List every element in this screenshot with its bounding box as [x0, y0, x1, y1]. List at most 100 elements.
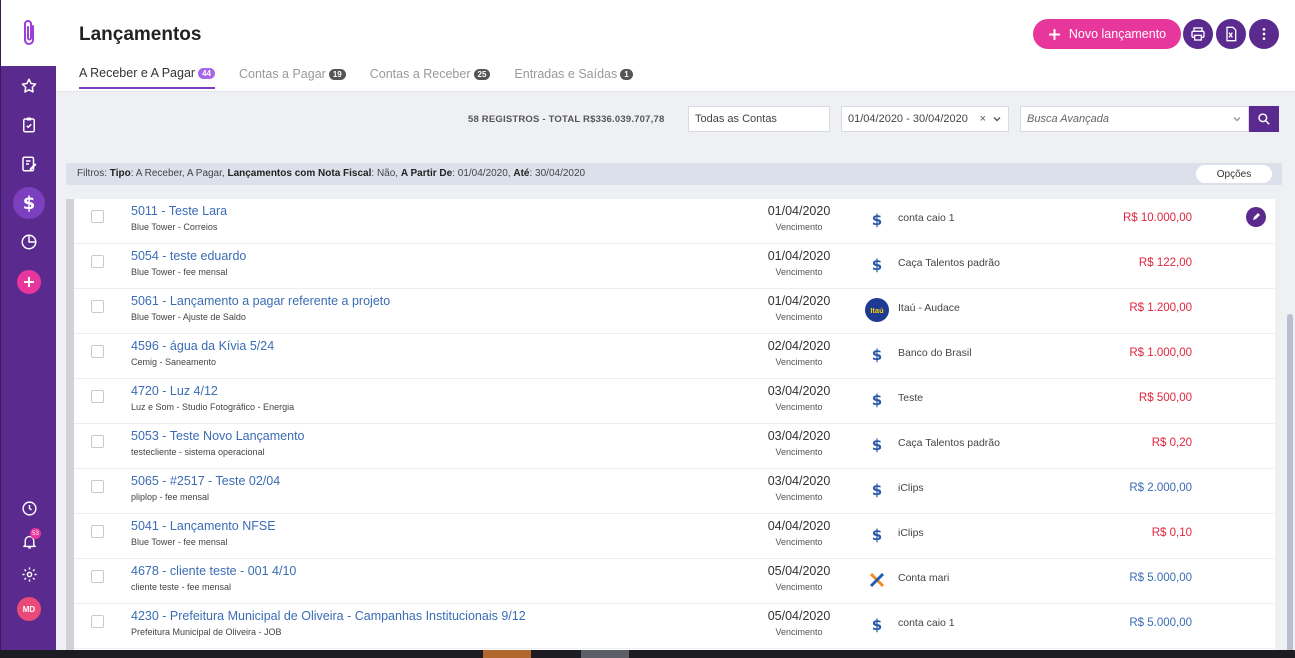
entry-date-label: Vencimento [775, 402, 823, 412]
caixa-x-icon [869, 572, 885, 588]
row-checkbox[interactable] [91, 435, 104, 448]
more-options-button[interactable] [1249, 19, 1279, 49]
entry-title-link[interactable]: 5011 - Teste Lara [131, 204, 227, 218]
table-row[interactable]: 5054 - teste eduardo Blue Tower - fee me… [74, 244, 1275, 289]
row-checkbox[interactable] [91, 345, 104, 358]
entry-title-link[interactable]: 4230 - Prefeitura Municipal de Oliveira … [131, 609, 526, 623]
new-entry-button[interactable]: Novo lançamento [1033, 19, 1181, 49]
entry-date-label: Vencimento [775, 627, 823, 637]
dollar-icon: $ [871, 211, 883, 229]
settings-button[interactable] [13, 558, 45, 590]
row-checkbox[interactable] [91, 255, 104, 268]
table-row[interactable]: 5011 - Teste Lara Blue Tower - Correios … [74, 199, 1275, 244]
entry-amount: R$ 2.000,00 [1129, 482, 1192, 494]
account-icon: $ [865, 253, 889, 277]
entry-title-link[interactable]: 4678 - cliente teste - 001 4/10 [131, 564, 296, 578]
print-button[interactable] [1183, 19, 1213, 49]
entry-subtitle: cliente teste - fee mensal [131, 582, 232, 592]
scrollbar[interactable] [1287, 314, 1293, 654]
reports-button[interactable] [13, 226, 45, 258]
tab-receber-pagar[interactable]: A Receber e A Pagar 44 [79, 66, 215, 89]
entry-account: iClips [898, 482, 924, 494]
account-filter[interactable]: Todas as Contas [688, 106, 830, 132]
account-icon: $ [865, 523, 889, 547]
tab-bar: A Receber e A Pagar 44 Contas a Pagar 19… [79, 66, 657, 89]
chevron-down-icon[interactable] [992, 114, 1002, 124]
account-icon: $ [865, 433, 889, 457]
tab-contas-pagar[interactable]: Contas a Pagar 19 [239, 66, 346, 89]
entry-account: conta caio 1 [898, 617, 955, 629]
finance-button[interactable]: $ [13, 187, 45, 219]
advanced-search-input[interactable]: Busca Avançada [1020, 106, 1249, 132]
quick-add-button[interactable] [17, 270, 41, 294]
entry-date-label: Vencimento [775, 492, 823, 502]
table-row[interactable]: 4596 - água da Kívia 5/24 Cemig - Saneam… [74, 334, 1275, 379]
app-logo[interactable] [1, 0, 57, 66]
chevron-down-icon[interactable] [1232, 114, 1242, 124]
filter-tipo-value: : A Receber, A Pagar, [130, 168, 225, 179]
entry-title-link[interactable]: 5065 - #2517 - Teste 02/04 [131, 474, 280, 488]
dollar-icon: $ [871, 481, 883, 499]
entry-amount: R$ 122,00 [1138, 257, 1192, 269]
entry-date-label: Vencimento [775, 312, 823, 322]
row-checkbox[interactable] [91, 210, 104, 223]
tab-label: Contas a Pagar [238, 67, 326, 81]
row-checkbox[interactable] [91, 615, 104, 628]
entry-title-link[interactable]: 4596 - água da Kívia 5/24 [131, 339, 274, 353]
tab-label: Entradas e Saídas [514, 67, 618, 81]
edit-button[interactable] [1246, 207, 1266, 227]
taskbar-app[interactable] [483, 650, 531, 658]
row-checkbox[interactable] [91, 480, 104, 493]
table-row[interactable]: 5041 - Lançamento NFSE Blue Tower - fee … [74, 514, 1275, 559]
entry-subtitle: Prefeitura Municipal de Oliveira - JOB [131, 627, 282, 637]
entry-date-label: Vencimento [775, 222, 823, 232]
tab-entradas-saidas[interactable]: Entradas e Saídas 1 [514, 66, 633, 89]
options-button[interactable]: Opções [1196, 165, 1272, 183]
date-range-picker[interactable]: 01/04/2020 - 30/04/2020 × [841, 106, 1009, 132]
table-row[interactable]: 4720 - Luz 4/12 Luz e Som - Studio Fotog… [74, 379, 1275, 424]
page-header: Lançamentos A Receber e A Pagar 44 Conta… [56, 0, 1295, 92]
notes-button[interactable] [13, 148, 45, 180]
favorites-button[interactable] [13, 70, 45, 102]
new-entry-label: Novo lançamento [1068, 27, 1167, 41]
filter-to-value: : 30/04/2020 [529, 168, 586, 179]
table-row[interactable]: 5065 - #2517 - Teste 02/04 pliplop - fee… [74, 469, 1275, 514]
table-row[interactable]: 4230 - Prefeitura Municipal de Oliveira … [74, 604, 1275, 649]
table-row[interactable]: 4678 - cliente teste - 001 4/10 cliente … [74, 559, 1275, 604]
entry-date: 03/04/2020 [767, 429, 831, 443]
entry-amount: R$ 0,20 [1151, 437, 1192, 449]
entry-title-link[interactable]: 5054 - teste eduardo [131, 249, 246, 263]
pencil-icon [1253, 213, 1260, 220]
entry-title-link[interactable]: 4720 - Luz 4/12 [131, 384, 218, 398]
entry-title-link[interactable]: 5041 - Lançamento NFSE [131, 519, 276, 533]
entry-title-link[interactable]: 5053 - Teste Novo Lançamento [131, 429, 305, 443]
taskbar-app[interactable] [581, 650, 629, 658]
history-button[interactable] [13, 492, 45, 524]
dollar-icon: $ [871, 526, 883, 544]
entry-subtitle: Blue Tower - Ajuste de Saldo [131, 312, 246, 322]
entry-date: 05/04/2020 [767, 609, 831, 623]
entry-title-link[interactable]: 5061 - Lançamento a pagar referente a pr… [131, 294, 390, 308]
row-checkbox[interactable] [91, 525, 104, 538]
tab-count-badge: 1 [620, 68, 633, 80]
clear-icon[interactable]: × [980, 113, 986, 125]
entry-date: 03/04/2020 [767, 474, 831, 488]
table-row[interactable]: 5053 - Teste Novo Lançamento testeclient… [74, 424, 1275, 469]
tab-count-badge: 25 [473, 68, 491, 80]
os-taskbar [0, 650, 1295, 658]
user-avatar[interactable]: MD [17, 597, 41, 621]
tab-contas-receber[interactable]: Contas a Receber 25 [370, 66, 491, 89]
row-checkbox[interactable] [91, 390, 104, 403]
entry-account: Itaú - Audace [898, 302, 960, 314]
tab-label: Contas a Receber [369, 67, 471, 81]
export-excel-button[interactable] [1216, 19, 1246, 49]
star-icon [21, 78, 37, 93]
tasks-button[interactable] [13, 109, 45, 141]
entry-subtitle: Blue Tower - fee mensal [131, 537, 228, 547]
search-button[interactable] [1249, 106, 1279, 132]
notification-badge: 53 [30, 528, 41, 539]
row-checkbox[interactable] [91, 300, 104, 313]
row-checkbox[interactable] [91, 570, 104, 583]
entry-account: iClips [898, 527, 924, 539]
table-row[interactable]: 5061 - Lançamento a pagar referente a pr… [74, 289, 1275, 334]
